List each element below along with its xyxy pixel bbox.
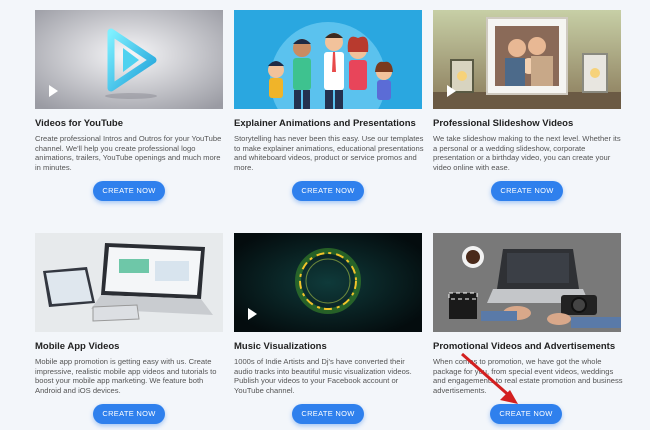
create-now-button[interactable]: CREATE NOW bbox=[491, 181, 563, 201]
create-now-button[interactable]: CREATE NOW bbox=[93, 181, 165, 201]
card-description: Storytelling has never been this easy. U… bbox=[234, 134, 424, 172]
card-description: Create professional Intros and Outros fo… bbox=[35, 134, 222, 172]
play-icon[interactable] bbox=[49, 85, 58, 97]
card-title: Promotional Videos and Advertisements bbox=[433, 341, 616, 352]
photo-frame-image bbox=[433, 10, 621, 109]
card-youtube: Videos for YouTube Create professional I… bbox=[35, 10, 223, 201]
card-slideshow: Professional Slideshow Videos We take sl… bbox=[433, 10, 621, 201]
workspace-image bbox=[433, 233, 621, 332]
card-title: Videos for YouTube bbox=[35, 118, 123, 129]
explainer-thumbnail[interactable] bbox=[234, 10, 422, 109]
create-now-button[interactable]: CREATE NOW bbox=[93, 404, 165, 424]
play-icon[interactable] bbox=[248, 308, 257, 320]
card-music: Music Visualizations 1000s of Indie Arti… bbox=[234, 233, 422, 424]
create-now-button[interactable]: CREATE NOW bbox=[292, 181, 364, 201]
promotional-thumbnail[interactable] bbox=[433, 233, 621, 332]
card-title: Professional Slideshow Videos bbox=[433, 118, 574, 129]
card-explainer: Explainer Animations and Presentations S… bbox=[234, 10, 424, 201]
youtube-thumbnail[interactable] bbox=[35, 10, 223, 109]
create-now-button[interactable]: CREATE NOW bbox=[490, 404, 562, 424]
create-now-button[interactable]: CREATE NOW bbox=[292, 404, 364, 424]
card-description: We take slideshow making to the next lev… bbox=[433, 134, 621, 172]
card-promotional: Promotional Videos and Advertisements Wh… bbox=[433, 233, 623, 424]
card-mobile-app: Mobile App Videos Mobile app promotion i… bbox=[35, 233, 223, 424]
play-icon[interactable] bbox=[447, 85, 456, 97]
card-title: Music Visualizations bbox=[234, 341, 327, 352]
card-description: When comes to promotion, we have got the… bbox=[433, 357, 623, 395]
card-title: Explainer Animations and Presentations bbox=[234, 118, 416, 129]
mobile-app-thumbnail[interactable] bbox=[35, 233, 223, 332]
card-description: 1000s of Indie Artists and Dj's have con… bbox=[234, 357, 412, 395]
youtube-logo-image bbox=[35, 10, 223, 109]
family-cartoon-image bbox=[234, 10, 422, 109]
glow-ring-image bbox=[234, 233, 422, 332]
music-thumbnail[interactable] bbox=[234, 233, 422, 332]
card-title: Mobile App Videos bbox=[35, 341, 120, 352]
devices-image bbox=[35, 233, 223, 332]
slideshow-thumbnail[interactable] bbox=[433, 10, 621, 109]
card-description: Mobile app promotion is getting easy wit… bbox=[35, 357, 217, 395]
